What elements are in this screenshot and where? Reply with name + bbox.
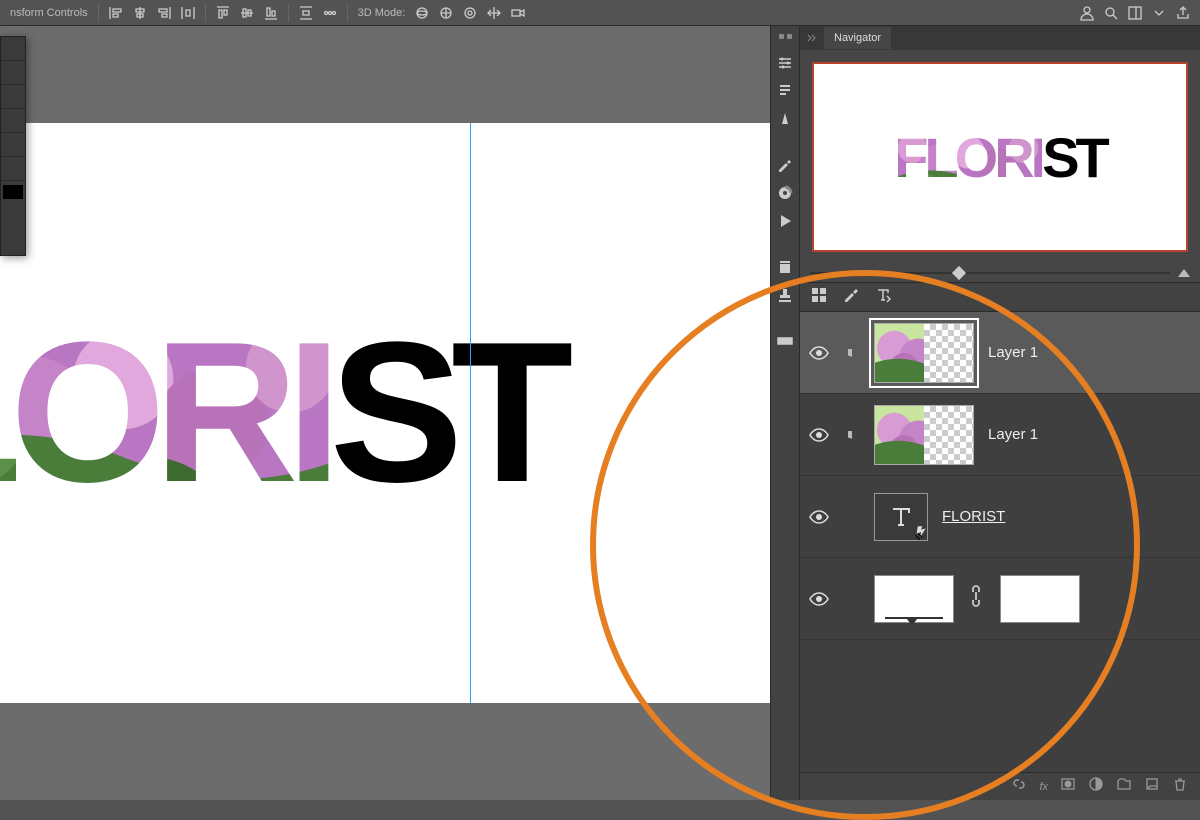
layer-name[interactable]: Layer 1 (988, 426, 1038, 443)
layer-mask-thumbnail[interactable] (1000, 575, 1080, 623)
document-canvas[interactable]: LORIST (0, 123, 770, 703)
swatches-icon[interactable] (772, 180, 798, 206)
layers-toolbar (800, 282, 1200, 312)
options-bar: nsform Controls 3D Mode: (0, 0, 1200, 26)
canvas-text: LORIST (0, 313, 561, 513)
3d-mode-label: 3D Mode: (354, 7, 410, 19)
chevron-down-icon[interactable] (1148, 2, 1170, 24)
text-tool-icon[interactable] (874, 286, 892, 309)
clip-indicator-icon (844, 428, 860, 442)
share-icon[interactable] (1172, 2, 1194, 24)
3d-pan-icon[interactable] (435, 2, 457, 24)
layer-thumbnail[interactable] (874, 405, 974, 465)
layer-name[interactable]: Layer 1 (988, 344, 1038, 361)
panel-grip-icon[interactable] (771, 34, 799, 44)
ruler-icon[interactable] (772, 328, 798, 354)
search-icon[interactable] (1100, 2, 1122, 24)
smart-object-thumbnail[interactable] (874, 575, 954, 623)
canvas-area[interactable]: LORIST (0, 26, 770, 800)
navigator-thumbnail[interactable]: FLORIST (812, 62, 1188, 252)
mask-icon[interactable] (1060, 776, 1076, 797)
visibility-icon[interactable] (808, 424, 830, 446)
zoom-slider[interactable] (810, 272, 1170, 274)
3d-orbit-icon[interactable] (411, 2, 433, 24)
layer-row[interactable]: Layer 1 (800, 312, 1200, 394)
adjustment-layer-icon[interactable] (1088, 776, 1104, 797)
clip-indicator-icon (844, 346, 860, 360)
navigator-tab-bar: Navigator (800, 26, 1200, 50)
align-top-icon[interactable] (212, 2, 234, 24)
layer-thumbnail[interactable] (874, 323, 974, 383)
play-icon[interactable] (772, 208, 798, 234)
fx-icon[interactable]: fx (1039, 781, 1048, 793)
text-layer-thumbnail[interactable] (874, 493, 928, 541)
more-options-icon[interactable] (319, 2, 341, 24)
navigator-panel: FLORIST (800, 50, 1200, 264)
navigator-zoom-bar (800, 264, 1200, 282)
group-icon[interactable] (1116, 776, 1132, 797)
layout-icon[interactable] (1124, 2, 1146, 24)
visibility-icon[interactable] (808, 588, 830, 610)
distribute-v-icon[interactable] (295, 2, 317, 24)
align-left-icon[interactable] (105, 2, 127, 24)
3d-camera-icon[interactable] (507, 2, 529, 24)
brush-icon[interactable] (842, 286, 860, 309)
stamp-icon[interactable] (772, 282, 798, 308)
color-swatch[interactable] (3, 185, 23, 199)
zoom-in-icon[interactable] (1178, 269, 1190, 277)
link-icon[interactable] (968, 583, 986, 614)
align-right-icon[interactable] (153, 2, 175, 24)
align-center-h-icon[interactable] (129, 2, 151, 24)
paragraph-icon[interactable] (772, 78, 798, 104)
navigator-tab[interactable]: Navigator (824, 27, 891, 49)
zoom-slider-knob[interactable] (952, 266, 966, 280)
3d-move-icon[interactable] (483, 2, 505, 24)
new-layer-icon[interactable] (1144, 776, 1160, 797)
right-panel-column: Navigator FLORIST Layer 1 (800, 26, 1200, 800)
vertical-guide[interactable] (470, 123, 471, 703)
collapsed-panel-strip (770, 26, 800, 800)
layers-panel: Layer 1 Layer 1 FLORIST (800, 312, 1200, 772)
visibility-icon[interactable] (808, 342, 830, 364)
trash-icon[interactable] (1172, 776, 1188, 797)
grid-icon[interactable] (810, 286, 828, 309)
text-layer-name[interactable]: FLORIST (942, 508, 1005, 525)
user-icon[interactable] (1076, 2, 1098, 24)
adjustments-icon[interactable] (772, 50, 798, 76)
distribute-h-icon[interactable] (177, 2, 199, 24)
floating-tool-palette[interactable] (0, 36, 26, 256)
transform-controls-label: nsform Controls (6, 7, 92, 19)
brush-settings-icon[interactable] (772, 152, 798, 178)
layer-row-background[interactable] (800, 558, 1200, 640)
link-layers-icon[interactable] (1011, 776, 1027, 797)
character-icon[interactable] (772, 106, 798, 132)
layers-footer: fx (800, 772, 1200, 800)
align-bottom-icon[interactable] (260, 2, 282, 24)
collapse-icon[interactable] (806, 31, 820, 45)
visibility-icon[interactable] (808, 506, 830, 528)
layer-row[interactable]: Layer 1 (800, 394, 1200, 476)
history-icon[interactable] (772, 254, 798, 280)
align-middle-v-icon[interactable] (236, 2, 258, 24)
layer-row-text[interactable]: FLORIST (800, 476, 1200, 558)
3d-roll-icon[interactable] (459, 2, 481, 24)
